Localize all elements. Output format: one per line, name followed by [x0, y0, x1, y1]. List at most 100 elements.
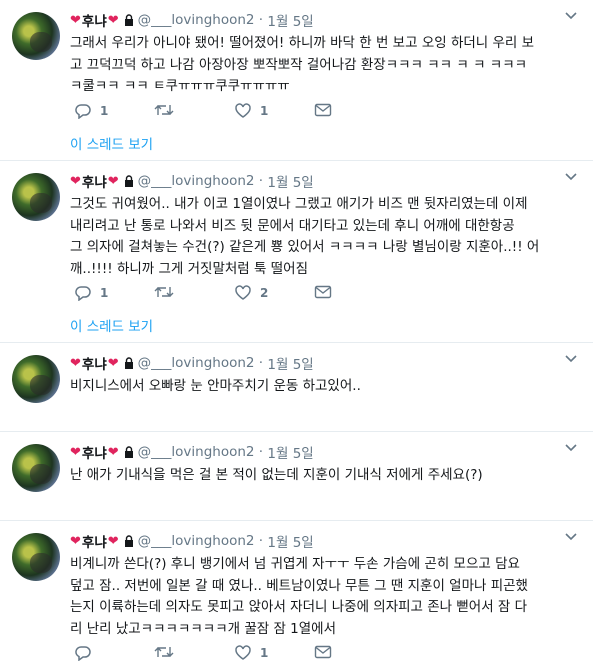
timeline: ❤ 후냐 ❤ @___lovinghoon2 · 1월 5일 그래서 우리가 아…	[0, 0, 593, 672]
handle[interactable]: @___lovinghoon2	[138, 12, 255, 28]
heart-icon	[235, 645, 251, 660]
tweet-text-line: 깨..!!!! 하니까 그게 거짓말처럼 툭 떨어짐	[70, 260, 308, 277]
avatar[interactable]	[12, 533, 60, 581]
heart-emoji-icon: ❤	[70, 12, 81, 28]
lock-icon	[124, 535, 133, 547]
tweet-date[interactable]: 1월 5일	[267, 531, 313, 551]
display-name[interactable]: 후냐	[82, 353, 107, 373]
tweet-text-line: 비계니까 쓴다(?) 후니 뱅기에서 넘 귀엽게 자ㅜㅜ 두손 가슴에 곤히 모…	[70, 556, 520, 572]
reply-button[interactable]: 1	[74, 285, 108, 301]
tweet-header: ❤ 후냐 ❤ @___lovinghoon2 · 1월 5일	[70, 10, 314, 30]
heart-emoji-icon: ❤	[70, 355, 81, 371]
chevron-down-icon[interactable]	[565, 533, 577, 541]
tweet-text-line: 그래서 우리가 아니야 됐어! 떨어졌어! 하니까 바닥 한 번 보고 오잉 하…	[70, 35, 535, 51]
tweet-text-line: 리 난리 났고ㅋㅋㅋㅋㅋㅋㅋ개 꿀잠 잠 1열에서	[70, 620, 337, 637]
reply-icon	[75, 286, 91, 301]
handle[interactable]: @___lovinghoon2	[138, 533, 255, 549]
tweet[interactable]: ❤ 후냐 ❤ @___lovinghoon2 · 1월 5일 그것도 귀여웠어.…	[0, 161, 593, 343]
reply-button[interactable]	[74, 645, 100, 661]
show-thread-link[interactable]: 이 스레드 보기	[70, 315, 153, 335]
message-button[interactable]	[314, 645, 332, 659]
like-count: 1	[260, 104, 269, 118]
display-name[interactable]: 후냐	[82, 531, 107, 551]
envelope-icon	[314, 285, 332, 299]
tweet-date[interactable]: 1월 5일	[267, 171, 313, 191]
handle[interactable]: @___lovinghoon2	[138, 355, 255, 371]
lock-icon	[124, 14, 133, 26]
retweet-button[interactable]	[154, 285, 182, 299]
like-count: 2	[260, 286, 269, 300]
reply-icon	[75, 104, 91, 119]
retweet-icon	[154, 647, 174, 657]
separator-dot: ·	[254, 533, 268, 549]
tweet[interactable]: ❤ 후냐 ❤ @___lovinghoon2 · 1월 5일 비지니스에서 오빠…	[0, 343, 593, 432]
avatar[interactable]	[12, 173, 60, 221]
handle[interactable]: @___lovinghoon2	[138, 444, 255, 460]
separator-dot: ·	[254, 444, 268, 460]
chevron-down-icon[interactable]	[565, 173, 577, 181]
tweet-header: ❤ 후냐 ❤ @___lovinghoon2 · 1월 5일	[70, 171, 314, 191]
heart-emoji-icon: ❤	[107, 173, 119, 189]
tweet-header: ❤ 후냐 ❤ @___lovinghoon2 · 1월 5일	[70, 353, 314, 373]
retweet-icon	[154, 105, 174, 115]
lock-icon	[124, 357, 133, 369]
tweet-date[interactable]: 1월 5일	[267, 353, 313, 373]
reply-icon	[75, 646, 91, 661]
like-button[interactable]: 2	[234, 285, 268, 301]
avatar[interactable]	[12, 12, 60, 60]
tweet-header: ❤ 후냐 ❤ @___lovinghoon2 · 1월 5일	[70, 531, 314, 551]
lock-icon	[124, 175, 133, 187]
display-name[interactable]: 후냐	[82, 171, 107, 191]
heart-emoji-icon: ❤	[70, 444, 81, 460]
heart-emoji-icon: ❤	[70, 173, 81, 189]
like-button[interactable]: 1	[234, 645, 268, 661]
chevron-down-icon[interactable]	[565, 444, 577, 452]
like-button[interactable]: 1	[234, 103, 268, 119]
lock-icon	[124, 446, 133, 458]
retweet-button[interactable]	[154, 103, 182, 117]
like-count: 1	[260, 646, 269, 660]
show-thread-link[interactable]: 이 스레드 보기	[70, 133, 153, 153]
heart-emoji-icon: ❤	[107, 12, 119, 28]
tweet-text: 그래서 우리가 아니야 됐어! 떨어졌어! 하니까 바닥 한 번 보고 오잉 하…	[70, 33, 580, 98]
separator-dot: ·	[254, 12, 268, 28]
message-button[interactable]	[314, 285, 332, 299]
avatar[interactable]	[12, 355, 60, 403]
tweet-text-line: 그것도 귀여웠어.. 내가 이코 1열이였나 그랬고 애기가 비즈 맨 뒷자리였…	[70, 196, 528, 212]
reply-button[interactable]: 1	[74, 103, 108, 119]
avatar[interactable]	[12, 444, 60, 492]
handle[interactable]: @___lovinghoon2	[138, 173, 255, 189]
chevron-down-icon[interactable]	[565, 355, 577, 363]
separator-dot: ·	[254, 355, 268, 371]
tweet-text-line: 비지니스에서 오빠랑 눈 안마주치기 운동 하고있어..	[70, 378, 361, 394]
tweet-text-line: 그 의자에 걸쳐놓는 수건(?) 같은게 뿅 있어서 ㅋㅋㅋㅋ 나랑 별님이랑 …	[70, 239, 540, 255]
tweet-text-line: 는지 이륙하는데 의자도 못피고 앉아서 자더니 나중에 의자피고 존나 뻗어서…	[70, 599, 528, 615]
heart-icon	[235, 285, 251, 300]
reply-count: 1	[100, 104, 109, 118]
retweet-icon	[154, 287, 174, 297]
chevron-down-icon[interactable]	[565, 12, 577, 20]
tweet[interactable]: ❤ 후냐 ❤ @___lovinghoon2 · 1월 5일 그래서 우리가 아…	[0, 0, 593, 161]
tweet-date[interactable]: 1월 5일	[267, 442, 313, 462]
tweet-text: 난 애가 기내식을 먹은 걸 본 적이 없는데 지훈이 기내식 저에게 주세요(…	[70, 465, 580, 487]
heart-emoji-icon: ❤	[70, 533, 81, 549]
heart-icon	[235, 103, 251, 118]
heart-emoji-icon: ❤	[107, 355, 119, 371]
message-button[interactable]	[314, 103, 332, 117]
display-name[interactable]: 후냐	[82, 442, 107, 462]
tweet-text-line: 난 애가 기내식을 먹은 걸 본 적이 없는데 지훈이 기내식 저에게 주세요(…	[70, 467, 483, 483]
retweet-button[interactable]	[154, 645, 182, 659]
tweet-text-line: 내리려고 난 통로 나와서 비즈 뒷 문에서 대기타고 있는데 후니 어깨에 대…	[70, 217, 515, 234]
tweet-text: 비지니스에서 오빠랑 눈 안마주치기 운동 하고있어..	[70, 376, 580, 398]
tweet-date[interactable]: 1월 5일	[267, 10, 313, 30]
tweet-text: 비계니까 쓴다(?) 후니 뱅기에서 넘 귀엽게 자ㅜㅜ 두손 가슴에 곤히 모…	[70, 554, 580, 640]
heart-emoji-icon: ❤	[107, 444, 119, 460]
tweet[interactable]: ❤ 후냐 ❤ @___lovinghoon2 · 1월 5일 난 애가 기내식을…	[0, 432, 593, 521]
tweet[interactable]: ❤ 후냐 ❤ @___lovinghoon2 · 1월 5일 비계니까 쓴다(?…	[0, 521, 593, 672]
envelope-icon	[314, 103, 332, 117]
tweet-header: ❤ 후냐 ❤ @___lovinghoon2 · 1월 5일	[70, 442, 314, 462]
envelope-icon	[314, 645, 332, 659]
display-name[interactable]: 후냐	[82, 10, 107, 30]
tweet-text-line: 덮고 잠.. 저번에 일본 갈 때 였나.. 베트남이였나 무튼 그 땐 지훈이…	[70, 577, 528, 594]
separator-dot: ·	[254, 173, 268, 189]
